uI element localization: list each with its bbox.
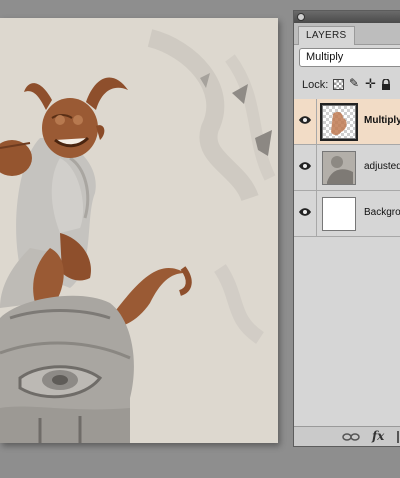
layer-thumbnail[interactable] [322, 151, 356, 185]
layers-panel: LAYERS Multiply Lock: ✎ ✛ Multiply adjus… [293, 10, 400, 447]
tab-layers[interactable]: LAYERS [298, 26, 355, 45]
link-icon[interactable] [342, 431, 360, 443]
eye-icon[interactable] [299, 208, 311, 216]
layer-row-multiply[interactable]: Multiply [294, 99, 400, 145]
lock-row: Lock: ✎ ✛ [294, 75, 400, 95]
lock-label: Lock: [302, 79, 329, 91]
brush-icon[interactable]: ✎ [349, 77, 360, 89]
artwork-illustration [0, 18, 278, 443]
blend-mode-select[interactable]: Multiply [299, 48, 400, 67]
workspace: LAYERS Multiply Lock: ✎ ✛ Multiply adjus… [0, 0, 400, 478]
layer-thumbnail[interactable] [320, 103, 358, 141]
padlock-icon[interactable] [381, 78, 392, 90]
document-canvas[interactable] [0, 18, 278, 443]
visibility-toggle[interactable] [294, 191, 317, 236]
move-icon[interactable]: ✛ [365, 77, 376, 90]
layer-list: Multiply adjusted Backgro [294, 99, 400, 237]
visibility-toggle[interactable] [294, 99, 317, 144]
layer-thumbnail[interactable] [322, 197, 356, 231]
layer-name[interactable]: Backgro [364, 207, 400, 218]
lock-transparency-icon[interactable] [333, 79, 344, 90]
layer-name[interactable]: adjusted [364, 161, 400, 172]
panel-tab-bar: LAYERS [294, 23, 400, 45]
layer-name[interactable]: Multiply [364, 115, 400, 126]
panel-titlebar[interactable] [294, 11, 400, 23]
panel-footer: fx [294, 426, 400, 446]
eye-icon[interactable] [299, 116, 311, 124]
layer-row-adjusted[interactable]: adjusted [294, 145, 400, 191]
eye-icon[interactable] [299, 162, 311, 170]
fx-icon[interactable]: fx [372, 429, 384, 443]
close-icon[interactable] [297, 13, 305, 21]
layer-row-background[interactable]: Backgro [294, 191, 400, 237]
visibility-toggle[interactable] [294, 145, 317, 190]
